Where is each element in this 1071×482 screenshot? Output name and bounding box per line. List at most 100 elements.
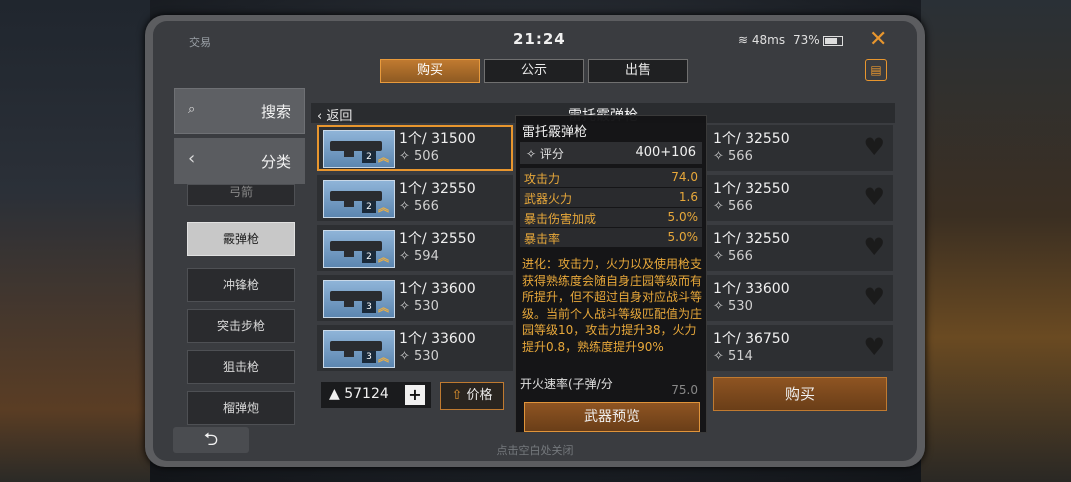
- stat-value: 5.0%: [667, 230, 699, 244]
- listing-rating: ✧ 530: [399, 299, 439, 314]
- weapon-tooltip: 雷托霰弹枪 ✧ 评分 400+106 攻击力 74.0 武器火力 1.6 暴击伤害加…: [515, 115, 707, 433]
- sort-up-icon: ⇧: [451, 388, 463, 403]
- score-label: ✧ 评分: [526, 147, 564, 161]
- weapon-thumbnail: 2 ︽: [323, 130, 395, 168]
- category-grenade-launcher[interactable]: 榴弹炮: [187, 391, 295, 425]
- fire-rate-value: 75.0: [671, 383, 698, 397]
- favorite-heart-icon[interactable]: ♥: [863, 133, 885, 161]
- shotgun-icon: [330, 241, 382, 257]
- category-smg[interactable]: 冲锋枪: [187, 268, 295, 302]
- tier-badge: 2: [362, 151, 376, 163]
- favorite-heart-icon[interactable]: ♥: [863, 233, 885, 261]
- rank-chevron-icon: ︽: [378, 301, 389, 314]
- favorite-heart-icon[interactable]: ♥: [863, 183, 885, 211]
- listing-row[interactable]: 1个/ 32550 ✧ 566 ♥: [705, 225, 893, 271]
- listing-price: 1个/ 36750: [713, 331, 790, 347]
- favorite-heart-icon[interactable]: ♥: [863, 333, 885, 361]
- rating-value: 594: [414, 249, 439, 264]
- shotgun-icon: [330, 341, 382, 357]
- listing-price: 1个/ 33600: [713, 281, 790, 297]
- listing-price: 1个/ 33600: [399, 281, 476, 297]
- listing-rating: ✧ 566: [713, 249, 753, 264]
- rank-chevron-icon: ︽: [378, 251, 389, 264]
- listing-row[interactable]: 1个/ 36750 ✧ 514 ♥: [705, 325, 893, 371]
- rating-value: 530: [728, 299, 753, 314]
- tab-announce[interactable]: 公示: [484, 59, 584, 83]
- coin-amount: ▲ 57124: [329, 386, 389, 402]
- rank-chevron-icon: ︽: [378, 201, 389, 214]
- listing-row[interactable]: 3 ︽ 1个/ 33600 ✧ 530: [317, 275, 513, 321]
- rank-chevron-icon: ︽: [378, 351, 389, 364]
- shotgun-icon: [330, 291, 382, 307]
- trade-screen: 交易 21:24 ≋ 48ms 73% ✕ 购买 公示 出售 ▤ ⌕ 搜索 ‹ …: [153, 21, 917, 461]
- stat-row: 暴击率 5.0%: [520, 228, 702, 247]
- close-icon[interactable]: ✕: [869, 27, 887, 52]
- tab-buy[interactable]: 购买: [380, 59, 480, 83]
- listing-row[interactable]: 2 ︽ 1个/ 32550 ✧ 594: [317, 225, 513, 271]
- status-battery: 73%: [793, 33, 843, 47]
- return-button[interactable]: ⮌: [173, 427, 249, 453]
- wifi-icon: ≋ 48ms: [738, 33, 786, 47]
- weapon-preview-button[interactable]: 武器预览: [524, 402, 700, 432]
- listing-row[interactable]: 3 ︽ 1个/ 33600 ✧ 530: [317, 325, 513, 371]
- stat-value: 1.6: [678, 190, 698, 204]
- listing-row[interactable]: 1个/ 32550 ✧ 566 ♥: [705, 175, 893, 221]
- stat-label: 武器火力: [524, 192, 573, 206]
- score-value: 400+106: [635, 145, 696, 160]
- category-label: 分类: [260, 153, 291, 171]
- listing-rating: ✧ 566: [713, 199, 753, 214]
- listing-row[interactable]: 2 ︽ 1个/ 32550 ✧ 566: [317, 175, 513, 221]
- stat-value: 74.0: [671, 170, 698, 184]
- battery-percent: 73%: [793, 33, 820, 47]
- listing-price: 1个/ 32550: [713, 131, 790, 147]
- stat-row: 暴击伤害加成 5.0%: [520, 208, 702, 227]
- listing-rating: ✧ 514: [713, 349, 753, 364]
- background-right: [921, 0, 1071, 482]
- buy-button[interactable]: 购买: [713, 377, 887, 411]
- tooltip-title: 雷托霰弹枪: [522, 125, 588, 140]
- price-sort-button[interactable]: ⇧ 价格: [440, 382, 504, 410]
- score-label-text: 评分: [539, 147, 564, 161]
- tab-sell[interactable]: 出售: [588, 59, 688, 83]
- stat-label: 攻击力: [524, 172, 561, 186]
- category-button[interactable]: ‹ 分类: [174, 138, 305, 184]
- category-assault-rifle[interactable]: 突击步枪: [187, 309, 295, 343]
- category-sniper[interactable]: 狙击枪: [187, 350, 295, 384]
- status-trade-label: 交易: [189, 36, 211, 49]
- listing-rating: ✧ 506: [399, 149, 439, 164]
- stat-value: 5.0%: [667, 210, 699, 224]
- category-bow[interactable]: 弓箭: [187, 184, 295, 206]
- rating-value: 530: [414, 349, 439, 364]
- tablet-frame: 交易 21:24 ≋ 48ms 73% ✕ 购买 公示 出售 ▤ ⌕ 搜索 ‹ …: [145, 15, 925, 467]
- weapon-thumbnail: 2 ︽: [323, 230, 395, 268]
- category-shotgun[interactable]: 霰弹枪: [187, 222, 295, 256]
- search-label: 搜索: [260, 103, 291, 121]
- listing-row[interactable]: 1个/ 33600 ✧ 530 ♥: [705, 275, 893, 321]
- chevron-left-icon: ‹: [188, 148, 196, 169]
- stat-row: 武器火力 1.6: [520, 188, 702, 207]
- stat-label: 暴击伤害加成: [524, 212, 597, 226]
- background-left: [0, 0, 150, 482]
- listing-price: 1个/ 32550: [713, 181, 790, 197]
- evolution-description: 进化：攻击力，火力以及使用枪支获得熟练度会随自身庄园等级而有所提升，但不超过自身…: [522, 257, 703, 354]
- rank-chevron-icon: ︽: [378, 151, 389, 164]
- listing-row[interactable]: 1个/ 32550 ✧ 566 ♥: [705, 125, 893, 171]
- rating-value: 566: [728, 149, 753, 164]
- rating-value: 566: [728, 249, 753, 264]
- weapon-thumbnail: 2 ︽: [323, 180, 395, 218]
- listing-price: 1个/ 33600: [399, 331, 476, 347]
- clipboard-icon[interactable]: ▤: [865, 59, 887, 81]
- rating-value: 530: [414, 299, 439, 314]
- listing-price: 1个/ 32550: [713, 231, 790, 247]
- favorite-heart-icon[interactable]: ♥: [863, 283, 885, 311]
- listing-rating: ✧ 594: [399, 249, 439, 264]
- search-button[interactable]: ⌕ 搜索: [174, 88, 305, 134]
- stat-row: 攻击力 74.0: [520, 168, 702, 187]
- rating-value: 514: [728, 349, 753, 364]
- tier-badge: 2: [362, 201, 376, 213]
- listing-row[interactable]: 2 ︽ 1个/ 31500 ✧ 506: [317, 125, 513, 171]
- listing-rating: ✧ 566: [713, 149, 753, 164]
- add-coins-button[interactable]: +: [405, 385, 425, 405]
- battery-icon: [822, 35, 843, 46]
- sort-label: 价格: [466, 388, 493, 403]
